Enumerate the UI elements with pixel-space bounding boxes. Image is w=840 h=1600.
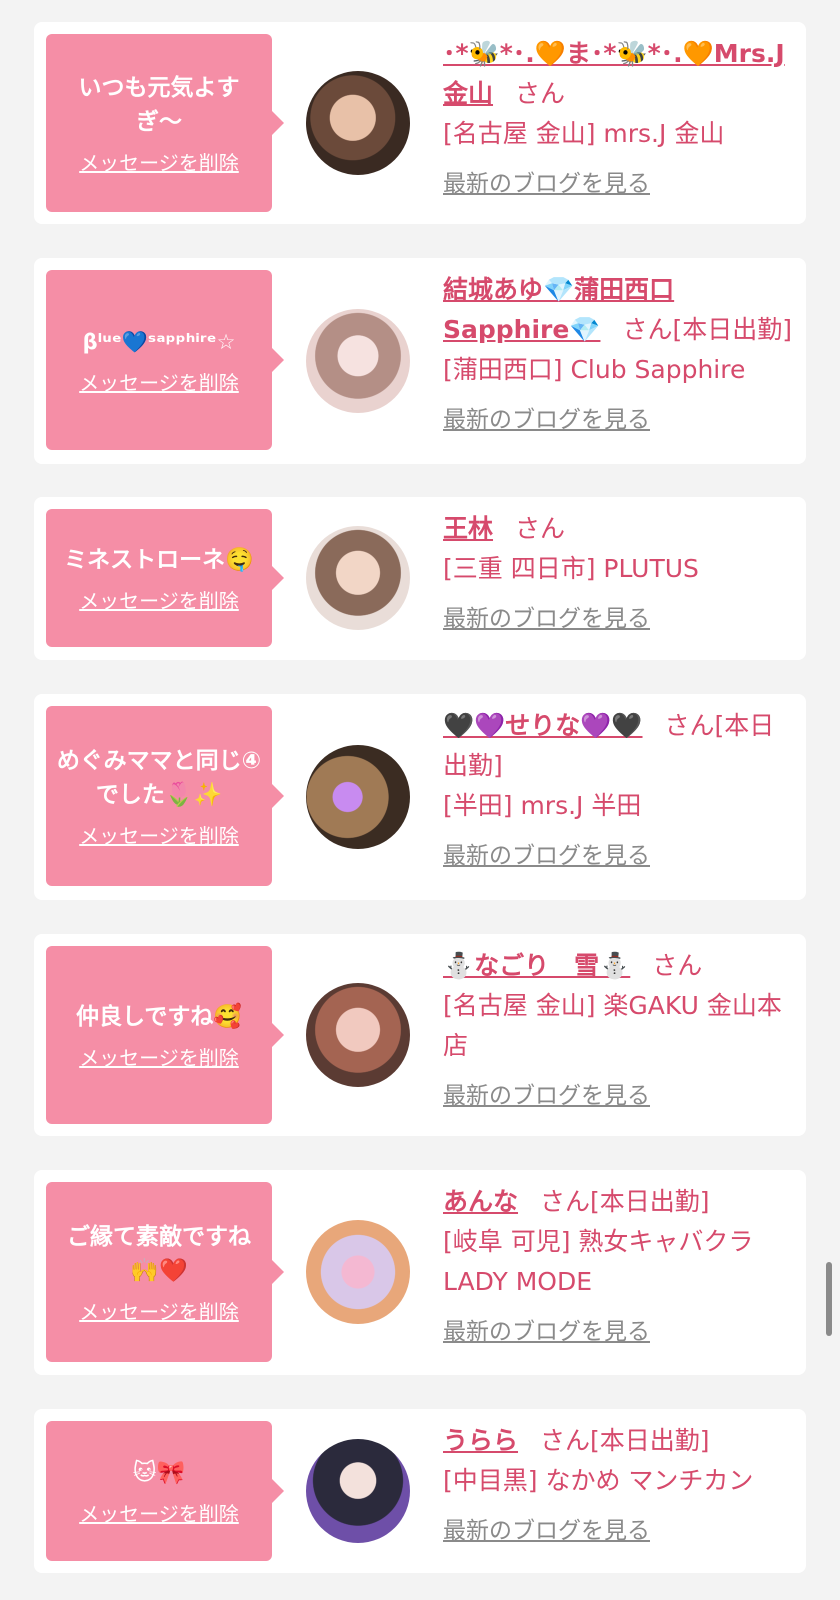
- delete-message-link[interactable]: メッセージを削除: [79, 147, 239, 176]
- delete-message-link[interactable]: メッセージを削除: [79, 1042, 239, 1071]
- honorific: さん: [515, 514, 566, 543]
- message-bubble: 🐱🎀 メッセージを削除: [46, 1421, 284, 1561]
- cast-info: ･*🐝*･.🧡ま･*🐝*･.🧡Mrs.J金山 さん [名古屋 金山] mrs.J …: [443, 34, 794, 198]
- avatar[interactable]: [306, 983, 410, 1087]
- cast-name-link[interactable]: うらら: [443, 1426, 518, 1455]
- avatar[interactable]: [306, 1439, 410, 1543]
- shop-name: [半田] mrs.J 半田: [443, 791, 642, 820]
- honorific: さん: [652, 951, 703, 980]
- message-text: ご縁て素敵ですね🙌❤️: [67, 1223, 251, 1284]
- latest-blog-link[interactable]: 最新のブログを見る: [443, 1511, 650, 1545]
- list-item: ご縁て素敵ですね🙌❤️ メッセージを削除 あんな さん[本日出勤] [岐阜 可児]…: [34, 1170, 806, 1375]
- cast-info: 🖤💜せりな💜🖤 さん[本日出勤] [半田] mrs.J 半田 最新のブログを見る: [443, 706, 794, 870]
- avatar[interactable]: [306, 745, 410, 849]
- honorific: さん: [540, 1426, 591, 1455]
- message-text: いつも元気よすぎ〜: [78, 74, 240, 135]
- cast-name-link[interactable]: 王林: [443, 514, 493, 543]
- status-badge: [本日出勤]: [590, 1426, 710, 1455]
- message-text: 🐱🎀: [132, 1459, 186, 1486]
- list-item: ミネストローネ🤤 メッセージを削除 王林 さん [三重 四日市] PLUTUS 最…: [34, 497, 806, 660]
- message-text: めぐみママと同じ④でした🌷✨: [56, 747, 262, 808]
- avatar[interactable]: [306, 71, 410, 175]
- shop-name: [中目黒] なかめ マンチカン: [443, 1466, 754, 1495]
- shop-name: [名古屋 金山] mrs.J 金山: [443, 119, 725, 148]
- status-badge: [本日出勤]: [672, 315, 792, 344]
- status-badge: [本日出勤]: [590, 1187, 710, 1216]
- message-bubble: ミネストローネ🤤 メッセージを削除: [46, 509, 284, 647]
- delete-message-link[interactable]: メッセージを削除: [79, 367, 239, 396]
- shop-name: [三重 四日市] PLUTUS: [443, 554, 699, 583]
- cast-name-link[interactable]: ･*🐝*･.🧡ま･*🐝*･.🧡Mrs.J金山: [443, 39, 785, 108]
- message-text: βˡᵘᵉ💙ˢᵃᵖᵖʰⁱʳᵉ☆: [82, 329, 236, 354]
- delete-message-link[interactable]: メッセージを削除: [79, 1498, 239, 1527]
- delete-message-link[interactable]: メッセージを削除: [79, 820, 239, 849]
- cast-name-link[interactable]: あんな: [443, 1187, 518, 1216]
- avatar[interactable]: [306, 309, 410, 413]
- latest-blog-link[interactable]: 最新のブログを見る: [443, 1076, 650, 1110]
- message-bubble: ご縁て素敵ですね🙌❤️ メッセージを削除: [46, 1182, 284, 1362]
- message-text: 仲良しですね🥰: [76, 1003, 242, 1030]
- latest-blog-link[interactable]: 最新のブログを見る: [443, 164, 650, 198]
- cast-info: ⛄なごり 雪⛄ さん [名古屋 金山] 楽GAKU 金山本店 最新のブログを見る: [443, 946, 794, 1110]
- shop-name: [蒲田西口] Club Sapphire: [443, 355, 746, 384]
- list-item: 仲良しですね🥰 メッセージを削除 ⛄なごり 雪⛄ さん [名古屋 金山] 楽GAK…: [34, 934, 806, 1136]
- list-item: 🐱🎀 メッセージを削除 うらら さん[本日出勤] [中目黒] なかめ マンチカン …: [34, 1409, 806, 1573]
- latest-blog-link[interactable]: 最新のブログを見る: [443, 599, 650, 633]
- friends-message-list: いつも元気よすぎ〜 メッセージを削除 ･*🐝*･.🧡ま･*🐝*･.🧡Mrs.J金…: [0, 0, 840, 1600]
- latest-blog-link[interactable]: 最新のブログを見る: [443, 836, 650, 870]
- delete-message-link[interactable]: メッセージを削除: [79, 1296, 239, 1325]
- message-bubble: 仲良しですね🥰 メッセージを削除: [46, 946, 284, 1124]
- honorific: さん: [515, 79, 566, 108]
- cast-info: あんな さん[本日出勤] [岐阜 可児] 熟女キャバクラ LADY MODE 最新…: [443, 1182, 794, 1346]
- delete-message-link[interactable]: メッセージを削除: [79, 585, 239, 614]
- shop-name: [岐阜 可児] 熟女キャバクラ LADY MODE: [443, 1227, 754, 1296]
- latest-blog-link[interactable]: 最新のブログを見る: [443, 1312, 650, 1346]
- cast-info: うらら さん[本日出勤] [中目黒] なかめ マンチカン 最新のブログを見る: [443, 1421, 794, 1545]
- list-item: いつも元気よすぎ〜 メッセージを削除 ･*🐝*･.🧡ま･*🐝*･.🧡Mrs.J金…: [34, 22, 806, 224]
- message-text: ミネストローネ🤤: [64, 546, 254, 573]
- cast-name-link[interactable]: 🖤💜せりな💜🖤: [443, 711, 643, 740]
- honorific: さん: [664, 711, 715, 740]
- message-bubble: いつも元気よすぎ〜 メッセージを削除: [46, 34, 284, 212]
- message-bubble: βˡᵘᵉ💙ˢᵃᵖᵖʰⁱʳᵉ☆ メッセージを削除: [46, 270, 284, 450]
- cast-info: 王林 さん [三重 四日市] PLUTUS 最新のブログを見る: [443, 509, 794, 633]
- shop-name: [名古屋 金山] 楽GAKU 金山本店: [443, 991, 782, 1060]
- cast-name-link[interactable]: ⛄なごり 雪⛄: [443, 951, 630, 980]
- scrollbar[interactable]: [826, 1262, 832, 1336]
- avatar[interactable]: [306, 526, 410, 630]
- honorific: さん: [540, 1187, 591, 1216]
- list-item: めぐみママと同じ④でした🌷✨ メッセージを削除 🖤💜せりな💜🖤 さん[本日出勤] …: [34, 694, 806, 900]
- avatar[interactable]: [306, 1220, 410, 1324]
- message-bubble: めぐみママと同じ④でした🌷✨ メッセージを削除: [46, 706, 284, 886]
- list-item: βˡᵘᵉ💙ˢᵃᵖᵖʰⁱʳᵉ☆ メッセージを削除 結城あゆ💎蒲田西口Sapphir…: [34, 258, 806, 464]
- honorific: さん: [622, 315, 673, 344]
- cast-info: 結城あゆ💎蒲田西口Sapphire💎 さん[本日出勤] [蒲田西口] Club S…: [443, 270, 794, 434]
- latest-blog-link[interactable]: 最新のブログを見る: [443, 400, 650, 434]
